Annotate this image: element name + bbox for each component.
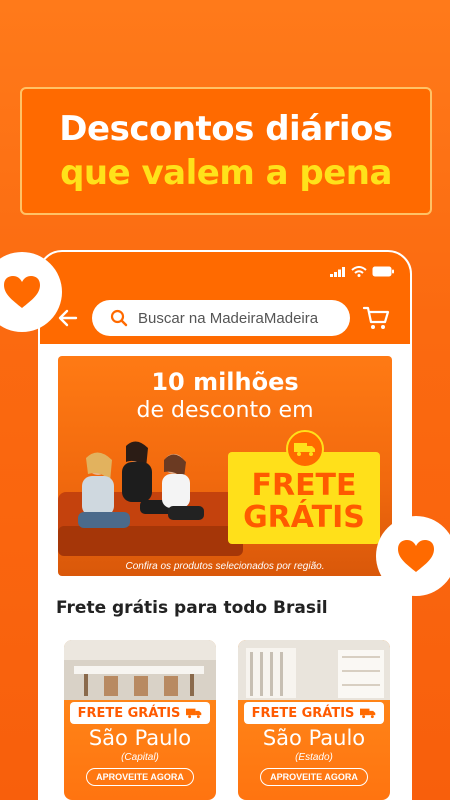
heart-icon xyxy=(398,540,434,572)
promo-banner[interactable]: 10 milhões de desconto em FRETE GRÁTIS C… xyxy=(58,356,392,576)
free-shipping-tag: FRETE GRÁTIS xyxy=(244,702,384,724)
truck-badge xyxy=(286,430,324,468)
truck-icon xyxy=(360,708,376,719)
banner-subtitle: de desconto em xyxy=(136,398,314,423)
search-input[interactable]: Buscar na MadeiraMadeira xyxy=(92,300,350,336)
card-photo xyxy=(238,640,390,700)
heart-icon xyxy=(4,276,40,308)
truck-icon xyxy=(186,708,202,719)
signal-icon xyxy=(330,266,345,277)
battery-icon xyxy=(372,266,394,277)
app-header: Buscar na MadeiraMadeira xyxy=(40,252,410,344)
status-bar xyxy=(330,266,394,277)
promo-headline: Descontos diários que valem a pena xyxy=(20,87,432,215)
banner-note: Confira os produtos selecionados por reg… xyxy=(125,561,325,572)
search-icon xyxy=(110,309,128,327)
badge-line-2: GRÁTIS xyxy=(243,500,365,535)
section-title: Frete grátis para todo Brasil xyxy=(56,598,328,618)
tag-label: FRETE GRÁTIS xyxy=(251,705,355,721)
card-city: São Paulo xyxy=(88,726,192,750)
card-region: (Estado) xyxy=(295,752,333,763)
heart-badge xyxy=(376,516,450,596)
headline-line-1: Descontos diários xyxy=(59,109,393,149)
card-city: São Paulo xyxy=(262,726,366,750)
badge-line-1: FRETE xyxy=(251,468,357,503)
region-card-state[interactable]: FRETE GRÁTIS São Paulo (Estado) APROVEIT… xyxy=(238,640,390,800)
banner-title: 10 milhões xyxy=(151,368,299,396)
headline-line-2: que valem a pena xyxy=(60,153,392,193)
cta-button[interactable]: APROVEITE AGORA xyxy=(260,768,368,786)
tag-label: FRETE GRÁTIS xyxy=(77,705,181,721)
search-placeholder: Buscar na MadeiraMadeira xyxy=(138,309,319,327)
card-region: (Capital) xyxy=(121,752,159,763)
truck-icon xyxy=(294,443,315,456)
free-shipping-tag: FRETE GRÁTIS xyxy=(70,702,210,724)
phone-frame: Buscar na MadeiraMadeira 10 milhões de d… xyxy=(38,250,412,800)
card-photo xyxy=(64,640,216,700)
arrow-left-icon[interactable] xyxy=(56,306,80,330)
cta-button[interactable]: APROVEITE AGORA xyxy=(86,768,194,786)
region-card-capital[interactable]: FRETE GRÁTIS São Paulo (Capital) APROVEI… xyxy=(64,640,216,800)
wifi-icon xyxy=(351,266,367,277)
cart-icon[interactable] xyxy=(362,304,390,332)
